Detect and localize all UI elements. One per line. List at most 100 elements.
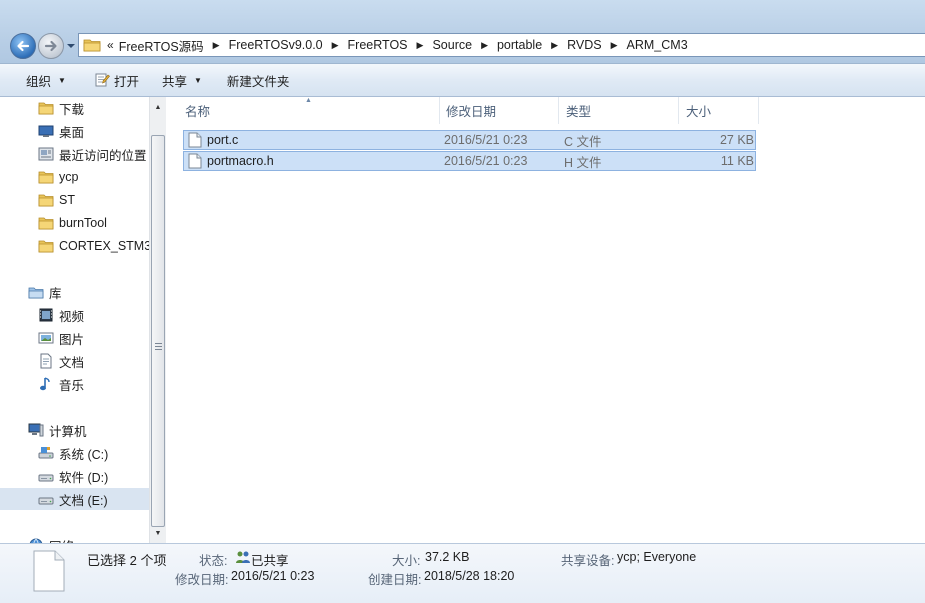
breadcrumb-separator-icon[interactable]: ▶ xyxy=(611,40,618,51)
forward-button[interactable] xyxy=(38,33,64,59)
computer-icon xyxy=(28,423,44,437)
folder-icon xyxy=(83,39,101,52)
file-size: 27 KB xyxy=(719,133,754,147)
drive-icon xyxy=(38,474,54,482)
shared-users-icon xyxy=(236,551,250,563)
grip-icon xyxy=(155,343,162,350)
column-label: 修改日期 xyxy=(446,105,497,119)
arrow-left-icon xyxy=(17,40,30,52)
column-header-name[interactable]: 名称 xyxy=(177,97,440,124)
breadcrumb-item[interactable]: portable xyxy=(497,38,542,52)
breadcrumb-separator-icon[interactable]: ▶ xyxy=(332,40,339,51)
nav-item-recent-places[interactable]: 最近访问的位置 xyxy=(0,143,150,165)
nav-label: 图片 xyxy=(59,332,85,347)
nav-label: 网络 xyxy=(49,536,74,544)
nav-label: 库 xyxy=(49,286,62,301)
recent-pages-dropdown-icon[interactable] xyxy=(66,41,76,51)
nav-label: 音乐 xyxy=(59,378,85,393)
file-icon xyxy=(33,550,65,592)
nav-item-computer[interactable]: 计算机 xyxy=(0,419,150,441)
share-label: 共享 xyxy=(161,74,187,89)
breadcrumb-separator-icon[interactable]: ▶ xyxy=(417,40,424,51)
breadcrumb-item[interactable]: ARM_CM3 xyxy=(627,38,688,52)
breadcrumb-item[interactable]: Source xyxy=(432,38,472,52)
picture-icon xyxy=(38,332,54,344)
address-bar[interactable]: « FreeRTOS源码 ▶ FreeRTOSv9.0.0 ▶ FreeRTOS… xyxy=(78,33,925,57)
scroll-up-icon[interactable]: ▲ xyxy=(150,99,166,115)
organize-label: 组织 xyxy=(26,74,52,89)
nav-label: CORTEX_STM32 xyxy=(59,239,150,253)
nav-label: 桌面 xyxy=(59,125,85,140)
file-name: port.c xyxy=(207,133,239,147)
nav-item-libraries[interactable]: 库 xyxy=(0,281,150,303)
nav-item-drive-d[interactable]: 软件 (D:) xyxy=(0,465,150,487)
nav-item-st[interactable]: ST xyxy=(0,189,150,211)
modified-value: 2016/5/21 0:23 xyxy=(231,569,315,583)
size-label: 大小: xyxy=(392,554,421,568)
nav-item-documents[interactable]: 文档 xyxy=(0,350,150,372)
scroll-thumb[interactable] xyxy=(151,135,165,527)
overflow-chevron[interactable]: « xyxy=(107,38,114,52)
desktop-icon xyxy=(38,125,54,137)
file-list: ▲ 名称 修改日期 类型 大小 port.c 2016/5/21 0:23 C … xyxy=(167,97,925,543)
nav-item-desktop[interactable]: 桌面 xyxy=(0,120,150,142)
breadcrumb-separator-icon[interactable]: ▶ xyxy=(481,40,488,51)
breadcrumb-item[interactable]: FreeRTOS源码 xyxy=(119,36,204,55)
breadcrumb-item[interactable]: FreeRTOSv9.0.0 xyxy=(229,38,323,52)
nav-item-drive-e[interactable]: 文档 (E:) xyxy=(0,488,150,510)
share-menu-button[interactable]: 共享 ▼ xyxy=(153,64,211,97)
file-row[interactable]: portmacro.h 2016/5/21 0:23 H 文件 11 KB xyxy=(183,151,756,171)
breadcrumb-separator-icon[interactable]: ▶ xyxy=(551,40,558,51)
new-folder-label: 新建文件夹 xyxy=(226,74,290,89)
column-header-date[interactable]: 修改日期 xyxy=(438,97,559,124)
nav-label: ycp xyxy=(59,170,79,184)
nav-label: burnTool xyxy=(59,216,107,230)
nav-label: 视频 xyxy=(59,309,85,324)
file-size: 11 KB xyxy=(720,154,754,168)
folder-icon xyxy=(38,194,54,207)
nav-item-ycp[interactable]: ycp xyxy=(0,166,150,188)
back-button[interactable] xyxy=(10,33,36,59)
created-label: 创建日期: xyxy=(368,573,422,587)
details-pane: 已选择 2 个项 状态: 已共享 大小: 37.2 KB 共享设备: ycp; … xyxy=(0,543,925,603)
file-row[interactable]: port.c 2016/5/21 0:23 C 文件 27 KB xyxy=(183,130,756,150)
column-label: 名称 xyxy=(185,105,211,119)
scroll-down-icon[interactable]: ▼ xyxy=(150,525,166,541)
shared-with-label: 共享设备: xyxy=(561,554,615,568)
state-value: 已共享 xyxy=(251,554,289,568)
column-header-size[interactable]: 大小 xyxy=(678,97,759,124)
file-name: portmacro.h xyxy=(207,154,274,168)
folder-icon xyxy=(38,217,54,230)
nav-item-cortex-stm32[interactable]: CORTEX_STM32 xyxy=(0,235,150,257)
folder-icon xyxy=(38,240,54,253)
column-label: 大小 xyxy=(686,105,712,119)
breadcrumb-separator-icon[interactable]: ▶ xyxy=(213,40,220,51)
nav-item-network[interactable]: 网络 xyxy=(0,534,150,543)
file-date: 2016/5/21 0:23 xyxy=(444,133,528,147)
organize-menu-button[interactable]: 组织 ▼ xyxy=(17,64,75,97)
breadcrumb-item[interactable]: RVDS xyxy=(567,38,602,52)
new-folder-button[interactable]: 新建文件夹 xyxy=(218,64,299,97)
open-button[interactable]: 打开 xyxy=(85,64,148,97)
folder-icon xyxy=(38,171,54,184)
navigation-pane: 下载 桌面 最近访问的位置 ycp ST burnTool CORTEX_STM… xyxy=(0,97,150,543)
size-value: 37.2 KB xyxy=(425,550,470,564)
state-label: 状态: xyxy=(199,554,228,568)
nav-item-downloads[interactable]: 下载 xyxy=(0,97,150,119)
nav-label: 软件 (D:) xyxy=(59,470,109,485)
nav-label: 系统 (C:) xyxy=(59,447,109,462)
column-header-type[interactable]: 类型 xyxy=(558,97,679,124)
breadcrumb-item[interactable]: FreeRTOS xyxy=(348,38,408,52)
open-file-icon xyxy=(95,73,110,87)
nav-item-music[interactable]: 音乐 xyxy=(0,373,150,395)
nav-item-pictures[interactable]: 图片 xyxy=(0,327,150,349)
folder-icon xyxy=(38,102,54,115)
nav-item-videos[interactable]: 视频 xyxy=(0,304,150,326)
nav-label: 计算机 xyxy=(49,424,87,439)
navigation-scrollbar[interactable]: ▲ ▼ xyxy=(149,97,166,543)
file-icon xyxy=(188,153,202,169)
nav-item-burntool[interactable]: burnTool xyxy=(0,212,150,234)
file-icon xyxy=(188,132,202,148)
nav-label: 下载 xyxy=(59,102,85,117)
nav-item-drive-c[interactable]: 系统 (C:) xyxy=(0,442,150,464)
